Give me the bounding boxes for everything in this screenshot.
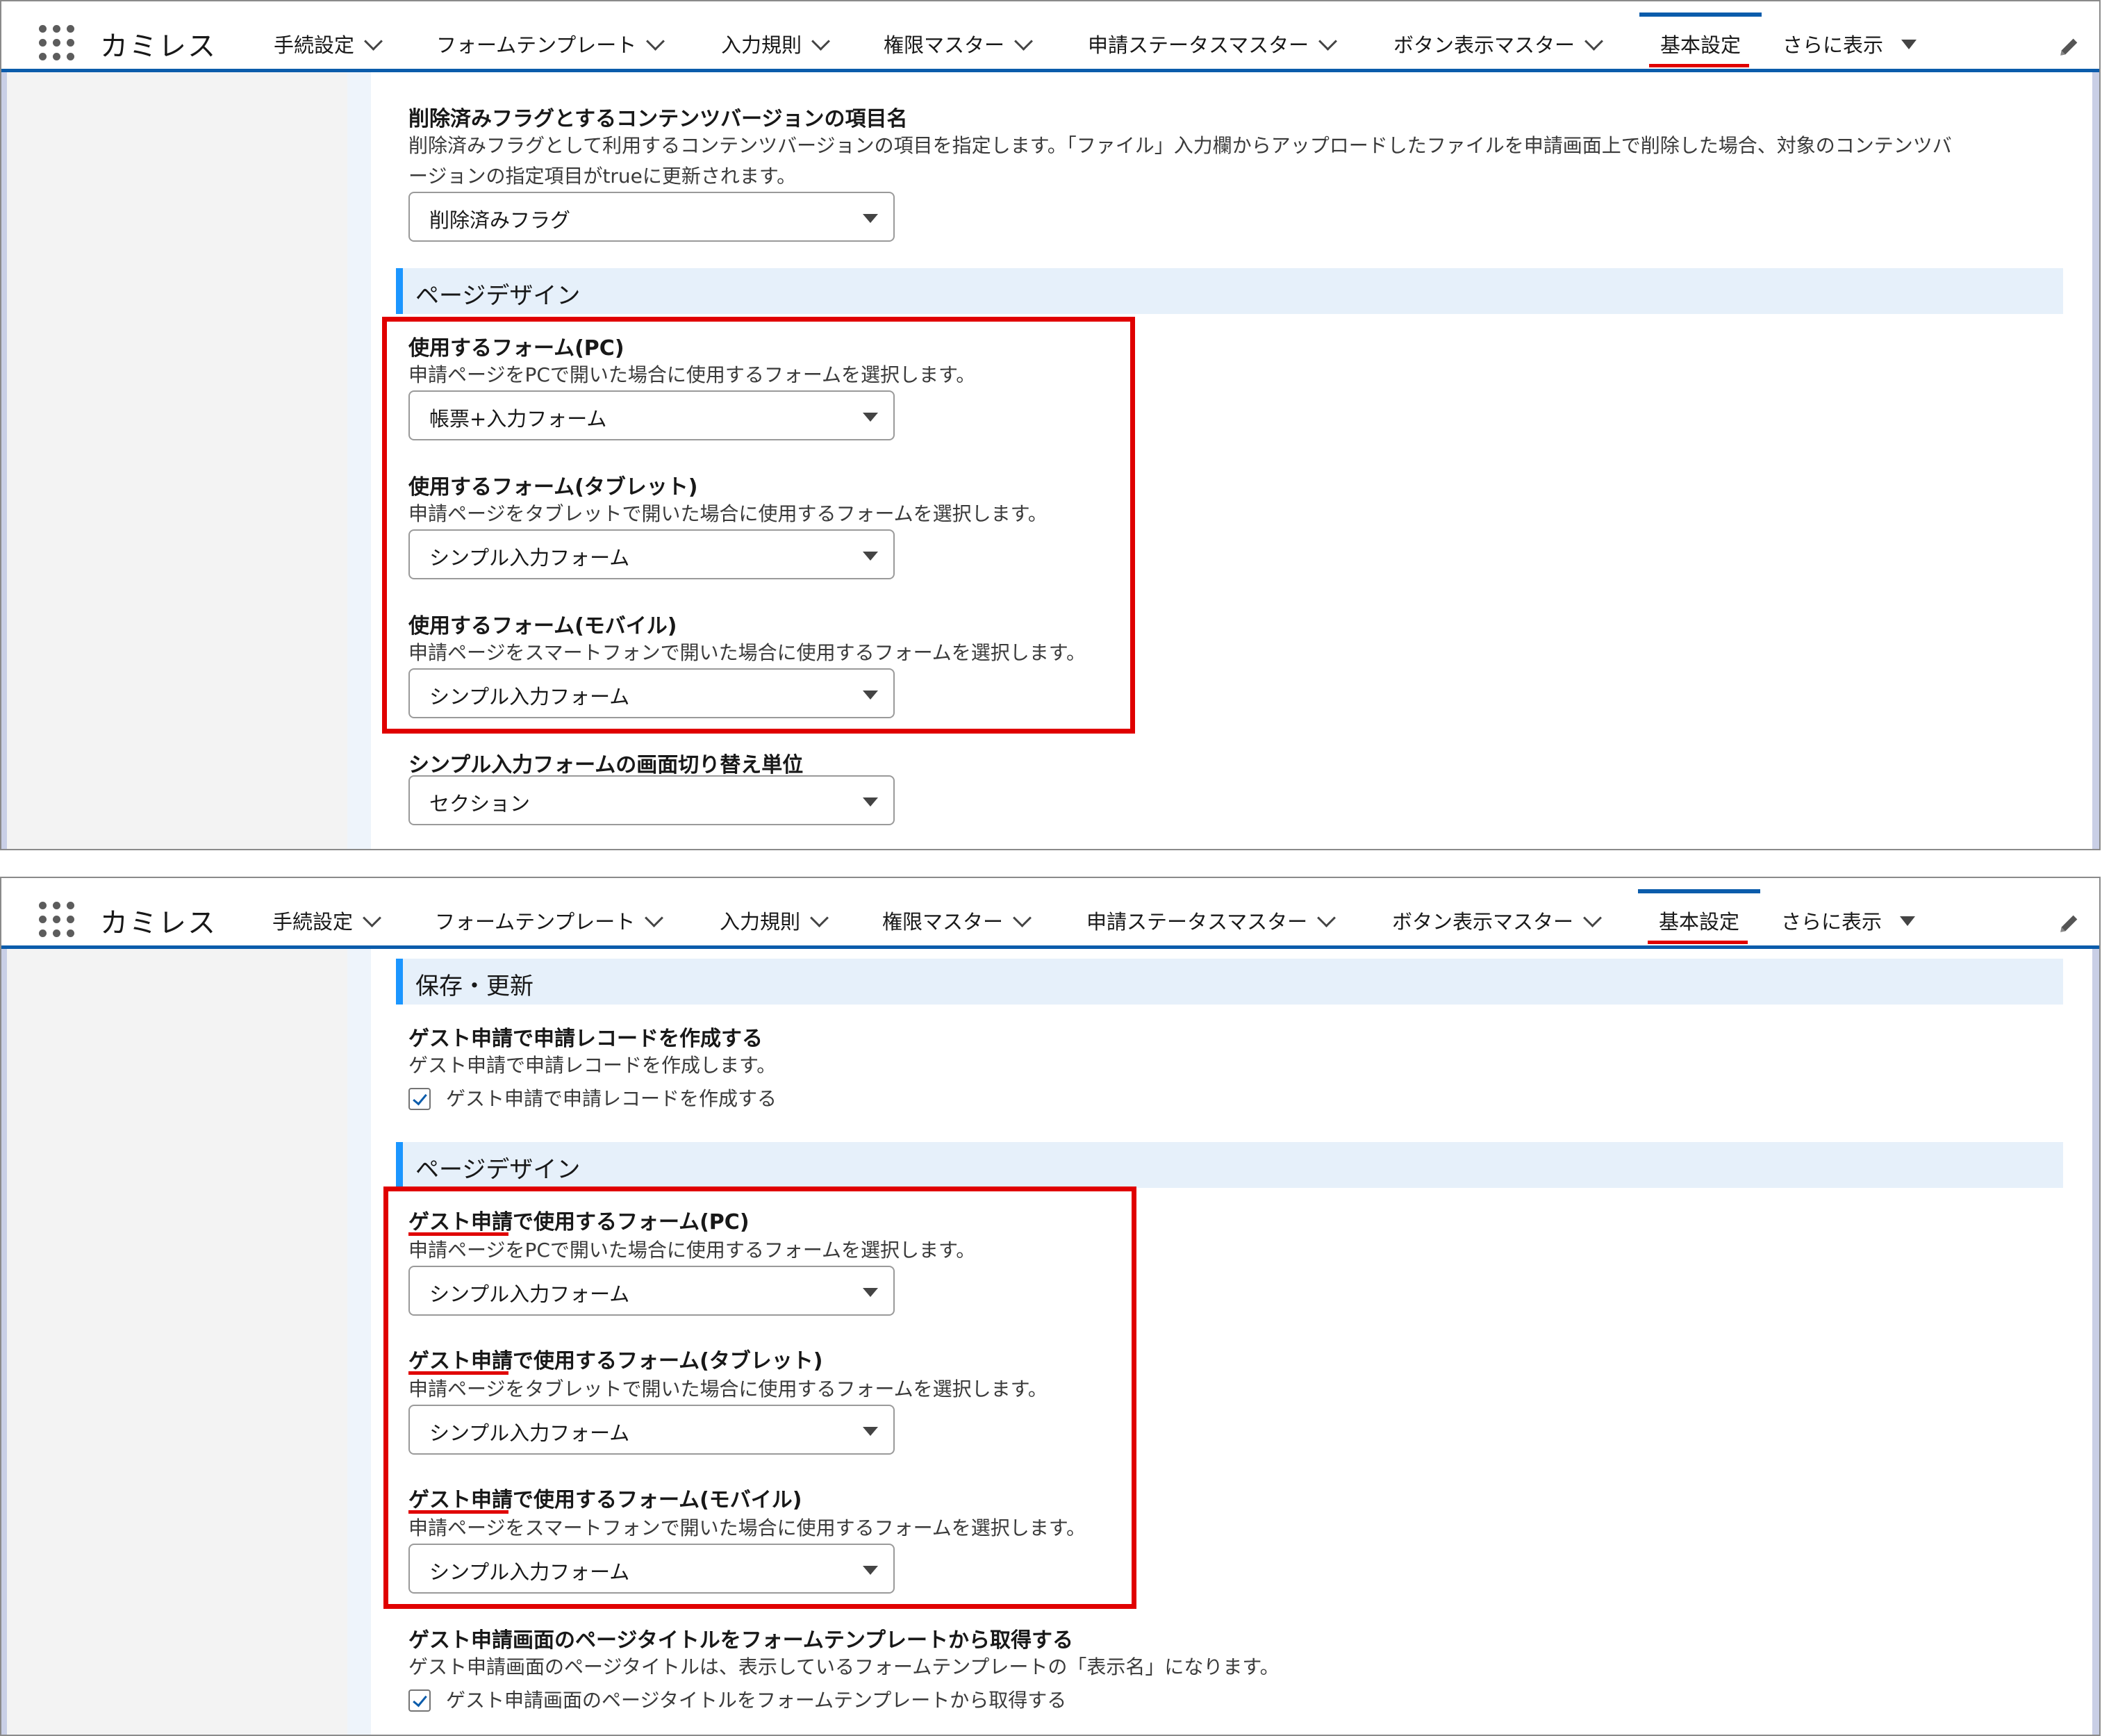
app-name: カミレス (100, 907, 217, 939)
left-column (7, 72, 347, 849)
background-stripe (2092, 72, 2099, 849)
guest-record-checkbox-label[interactable]: ゲスト申請で申請レコードを作成する (446, 1084, 777, 1111)
section-save-update: 保存・更新 (396, 959, 2063, 1005)
chevron-down-icon[interactable] (1583, 909, 1602, 927)
select-value: セクション (429, 792, 531, 816)
annotation-highlight-box (383, 1187, 1136, 1609)
nav-item-label: 入力規則 (720, 910, 801, 934)
chevron-down-icon[interactable] (1318, 32, 1338, 51)
chevron-down-icon[interactable] (811, 32, 830, 51)
deleted-flag-help-line2: ージョンの指定項目がtrueに更新されます。 (408, 165, 797, 188)
nav-item-label: 入力規則 (721, 33, 802, 57)
caret-down-icon[interactable] (1901, 40, 1917, 49)
nav-item-status-master[interactable]: 申請ステータスマスター (1088, 29, 1338, 60)
section-page-design: ページデザイン (396, 268, 2063, 314)
nav-item-label: フォームテンプレート (435, 910, 636, 934)
settings-panel-top: カミレス 手続設定 フォームテンプレート 入力規則 権限マスター 申請ステータス… (0, 0, 2101, 850)
nav-item-label: さらに表示 (1782, 33, 1884, 57)
chevron-down-icon[interactable] (364, 32, 383, 51)
section-title: ページデザイン (415, 1156, 581, 1184)
chevron-down-icon[interactable] (1013, 909, 1032, 927)
caret-down-icon[interactable] (1900, 916, 1916, 926)
annotation-highlight-box (382, 317, 1135, 734)
nav-item-label: ボタン表示マスター (1392, 910, 1574, 934)
nav-item-permission-master[interactable]: 権限マスター (884, 29, 1033, 60)
nav-item-label: フォームテンプレート (436, 33, 637, 57)
nav-item-label: 基本設定 (1660, 33, 1741, 57)
nav-item-label: 手続設定 (272, 910, 354, 934)
switch-unit-label: シンプル入力フォームの画面切り替え単位 (408, 753, 804, 777)
background-stripe (2092, 949, 2099, 1735)
nav-item-basic-settings[interactable]: 基本設定 (1660, 29, 1741, 60)
nav-item-form-template[interactable]: フォームテンプレート (435, 906, 664, 936)
guest-record-checkbox[interactable] (408, 1088, 431, 1110)
chevron-down-icon[interactable] (646, 32, 665, 51)
section-title: ページデザイン (415, 282, 581, 310)
deleted-flag-select[interactable]: 削除済みフラグ (408, 192, 895, 242)
chevron-down-icon[interactable] (363, 909, 381, 927)
pencil-icon[interactable] (2058, 35, 2081, 58)
section-title: 保存・更新 (415, 973, 533, 1000)
nav-item-input-rules[interactable]: 入力規則 (721, 29, 830, 60)
nav-bar: カミレス 手続設定 フォームテンプレート 入力規則 権限マスター 申請ステータス… (1, 878, 2099, 949)
app-launcher-icon[interactable] (39, 902, 75, 938)
nav-item-form-template[interactable]: フォームテンプレート (436, 29, 665, 60)
deleted-flag-help-line1: 削除済みフラグとして利用するコンテンツバージョンの項目を指定します。「ファイル」… (408, 134, 1952, 157)
app-name: カミレス (100, 31, 217, 63)
settings-panel-bottom: カミレス 手続設定 フォームテンプレート 入力規則 権限マスター 申請ステータス… (0, 877, 2101, 1736)
section-page-design: ページデザイン (396, 1142, 2063, 1188)
nav-item-button-master[interactable]: ボタン表示マスター (1392, 906, 1602, 936)
pencil-icon[interactable] (2058, 911, 2081, 935)
nav-item-label: 基本設定 (1659, 910, 1740, 934)
annotation-underline (1648, 941, 1748, 944)
nav-item-label: 権限マスター (884, 33, 1005, 57)
chevron-down-icon[interactable] (1317, 909, 1336, 927)
content-gutter (347, 949, 371, 1735)
chevron-down-icon[interactable] (645, 909, 664, 927)
deleted-flag-label: 削除済みフラグとするコンテンツバージョンの項目名 (408, 107, 908, 131)
nav-active-indicator (1639, 13, 1762, 17)
app-launcher-icon[interactable] (39, 25, 75, 61)
page-title-setting-label: ゲスト申請画面のページタイトルをフォームテンプレートから取得する (408, 1628, 1073, 1653)
nav-item-label: 手続設定 (274, 33, 355, 57)
nav-item-procedure-settings[interactable]: 手続設定 (272, 906, 381, 936)
nav-item-label: 権限マスター (882, 910, 1004, 934)
nav-item-procedure-settings[interactable]: 手続設定 (274, 29, 383, 60)
chevron-down-icon[interactable] (810, 909, 829, 927)
nav-item-label: ボタン表示マスター (1393, 33, 1575, 57)
nav-active-indicator (1638, 889, 1760, 893)
select-value: 削除済みフラグ (429, 208, 571, 232)
nav-item-more[interactable]: さらに表示 (1781, 906, 1916, 936)
chevron-down-icon (863, 214, 878, 223)
guest-record-help: ゲスト申請で申請レコードを作成します。 (408, 1054, 777, 1077)
nav-item-input-rules[interactable]: 入力規則 (720, 906, 829, 936)
nav-item-label: さらに表示 (1781, 910, 1882, 934)
nav-item-label: 申請ステータスマスター (1086, 910, 1308, 934)
chevron-down-icon[interactable] (1584, 32, 1603, 51)
nav-bar: カミレス 手続設定 フォームテンプレート 入力規則 権限マスター 申請ステータス… (1, 1, 2099, 72)
page-title-setting-help: ゲスト申請画面のページタイトルは、表示しているフォームテンプレートの「表示名」に… (408, 1655, 1280, 1678)
background-stripe (1, 949, 7, 1735)
page-title-checkbox-label[interactable]: ゲスト申請画面のページタイトルをフォームテンプレートから取得する (446, 1685, 1066, 1713)
nav-item-status-master[interactable]: 申請ステータスマスター (1086, 906, 1336, 936)
nav-item-basic-settings[interactable]: 基本設定 (1659, 906, 1739, 936)
page-title-checkbox[interactable] (408, 1689, 431, 1712)
background-stripe (1, 72, 7, 849)
nav-item-more[interactable]: さらに表示 (1782, 29, 1917, 60)
nav-item-permission-master[interactable]: 権限マスター (882, 906, 1032, 936)
content-gutter (347, 72, 371, 849)
nav-item-label: 申請ステータスマスター (1088, 33, 1309, 57)
left-column (7, 949, 347, 1735)
guest-record-label: ゲスト申請で申請レコードを作成する (408, 1027, 763, 1051)
switch-unit-select[interactable]: セクション (408, 775, 895, 825)
chevron-down-icon[interactable] (1014, 32, 1033, 51)
nav-item-button-master[interactable]: ボタン表示マスター (1393, 29, 1603, 60)
annotation-underline (1649, 64, 1749, 67)
chevron-down-icon (863, 797, 878, 807)
